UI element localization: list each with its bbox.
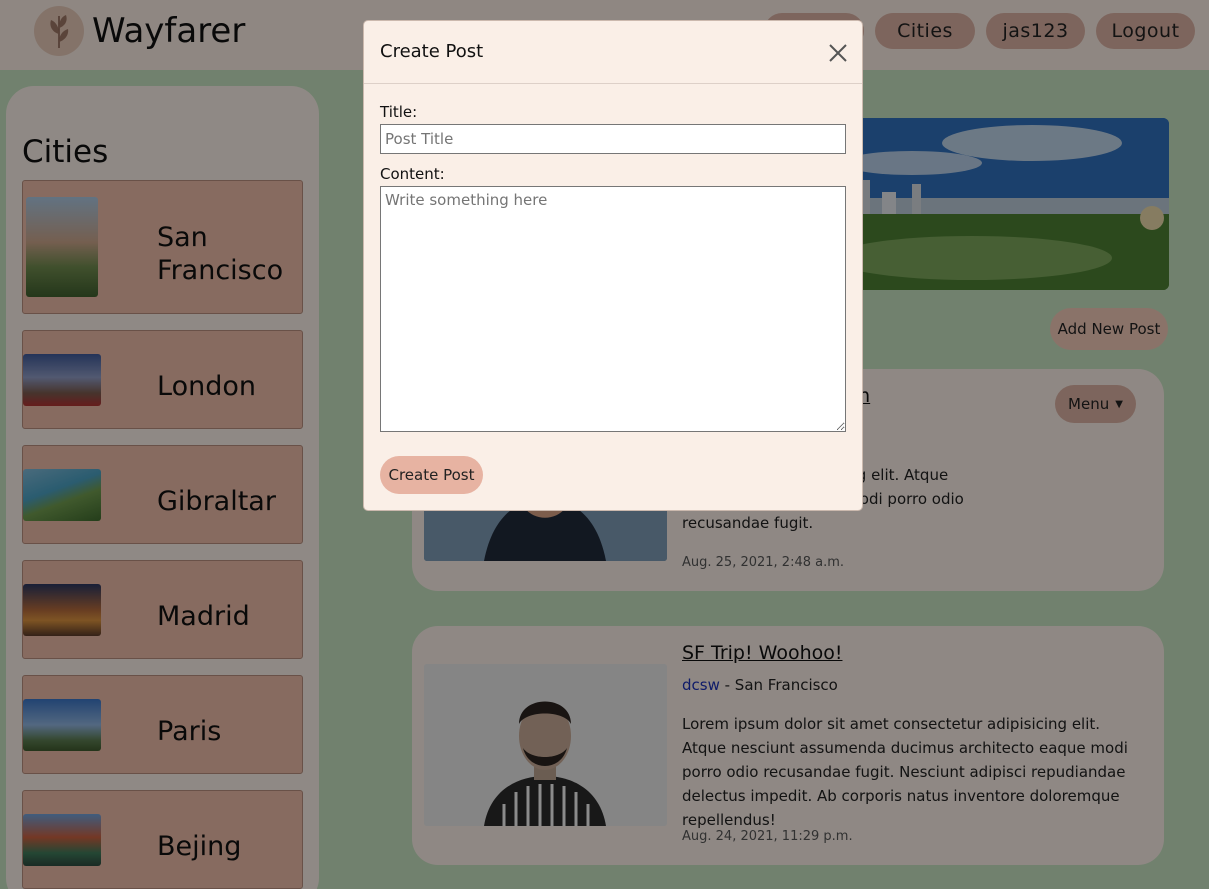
close-icon[interactable] — [826, 41, 850, 65]
create-post-modal: Create Post Title: Content: Create Post — [363, 20, 863, 511]
modal-title: Create Post — [380, 41, 484, 62]
create-post-button[interactable]: Create Post — [380, 456, 483, 494]
content-label: Content: — [380, 165, 445, 183]
modal-header: Create Post — [364, 21, 862, 84]
post-content-textarea[interactable] — [380, 186, 846, 432]
post-title-input[interactable] — [380, 124, 846, 154]
title-label: Title: — [380, 103, 418, 121]
